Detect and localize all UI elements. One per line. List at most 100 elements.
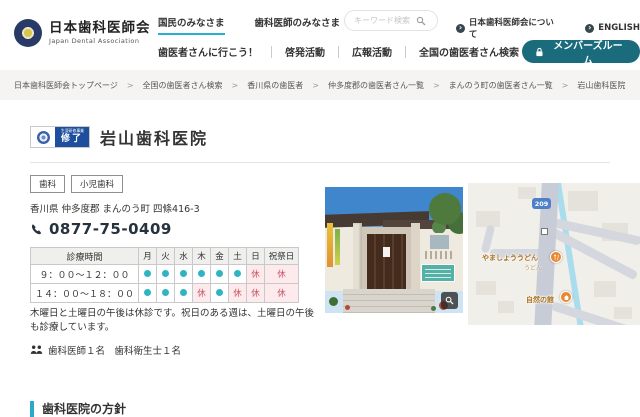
search-icon[interactable] xyxy=(416,16,426,26)
photo-banner-flag xyxy=(335,229,340,265)
photo-plants xyxy=(329,297,338,306)
schedule-header-row: 診療時間月火水木金土日祝祭日 xyxy=(30,247,299,265)
schedule-note: 木曜日と土曜日の午後は休診です。祝日のある週は、土曜日の午後も診療しています。 xyxy=(30,308,315,334)
open-dot-icon xyxy=(180,270,187,277)
members-room-label: メンバーズルーム xyxy=(553,40,623,67)
schedule-open-cell xyxy=(174,264,193,284)
nav-main-item-1[interactable]: 啓発活動 xyxy=(285,44,325,59)
schedule-open-cell xyxy=(138,264,157,284)
breadcrumb: 日本歯科医師会トップページ > 全国の歯医者さん検索 > 香川県の歯医者 > 仲多度郡の歯医… xyxy=(0,70,640,100)
schedule-row: １４：００～１８：００ 休休休休 xyxy=(30,283,299,303)
route-209-shield: 209 xyxy=(532,198,551,209)
open-dot-icon xyxy=(180,289,187,296)
logo-subtitle: Japan Dental Association xyxy=(49,37,140,46)
nav-top-tab-1[interactable]: 歯科医師のみなさま xyxy=(255,15,341,35)
schedule-header-cell: 水 xyxy=(174,247,193,265)
schedule-row: ９：００～１２：００ 休休 xyxy=(30,264,299,284)
photo-porch-column xyxy=(353,223,362,291)
schedule-time-cell: ９：００～１２：００ xyxy=(30,264,139,284)
fork-knife-icon xyxy=(553,253,559,260)
breadcrumb-item[interactable]: 香川県の歯医者 xyxy=(247,80,303,91)
schedule-header-cell: 日 xyxy=(246,247,265,265)
breadcrumb-separator: > xyxy=(312,80,319,90)
map-building xyxy=(594,281,616,297)
nav-top-tab-0[interactable]: 国民のみなさま xyxy=(158,15,225,35)
poi-label: 自然の館 xyxy=(526,296,554,304)
badge-completed-label: 修了 xyxy=(60,134,83,145)
map-building xyxy=(568,191,598,211)
members-room-button[interactable]: メンバーズルーム xyxy=(522,40,640,67)
schedule-header-cell: 土 xyxy=(228,247,247,265)
schedule-closed-cell: 休 xyxy=(264,283,299,303)
schedule-open-cell xyxy=(210,264,229,284)
search-input[interactable] xyxy=(352,15,416,26)
attraction-marker-icon[interactable] xyxy=(560,291,572,303)
schedule-table: 診療時間月火水木金土日祝祭日 ９：００～１２：００ 休休 １４：００～１８：００ 休休… xyxy=(30,247,299,303)
search-box[interactable] xyxy=(344,10,438,31)
house-icon xyxy=(563,294,569,300)
nav-main-item-0[interactable]: 歯医者さんに行こう！ xyxy=(158,44,258,59)
schedule-body: ９：００～１２：００ 休休 １４：００～１８：００ 休休休休 xyxy=(30,264,299,303)
open-dot-icon xyxy=(144,289,151,296)
breadcrumb-item[interactable]: まんのう町の歯医者さん一覧 xyxy=(449,80,553,91)
utility-link-label: 日本歯科医師会について xyxy=(468,18,554,40)
open-dot-icon xyxy=(162,289,169,296)
certification-badge: 生涯研修事業 修了 xyxy=(30,126,90,148)
staff-count: 歯科医師１名 歯科衛生士１名 xyxy=(48,345,182,357)
nav-main-item-2[interactable]: 広報活動 xyxy=(352,44,392,59)
map-stop-marker xyxy=(541,228,548,235)
schedule-open-cell xyxy=(210,283,229,303)
clinic-detail: 歯科 小児歯科 香川県 仲多度郡 まんのう町 四條416-3 0877-75-04… xyxy=(30,175,640,387)
schedule-header-cell: 診療時間 xyxy=(30,247,139,265)
clinic-title-row: 生涯研修事業 修了 岩山歯科医院 xyxy=(30,125,610,163)
schedule-closed-cell: 休 xyxy=(246,264,265,284)
phone-icon xyxy=(31,223,41,234)
utility-link-0[interactable]: › 日本歯科医師会について xyxy=(456,16,561,40)
chevron-circle-icon: › xyxy=(585,23,595,33)
page-title: 岩山歯科医院 xyxy=(100,129,209,148)
schedule-header-cell: 金 xyxy=(210,247,229,265)
breadcrumb-item[interactable]: 全国の歯医者さん検索 xyxy=(143,80,223,91)
schedule-open-cell xyxy=(156,264,175,284)
schedule-open-cell xyxy=(138,283,157,303)
nav-divider xyxy=(338,45,339,58)
schedule-time-cell: １４：００～１８：００ xyxy=(30,283,139,303)
poi-label: やましょううどん xyxy=(482,254,538,262)
site-logo[interactable]: 日本歯科医師会 Japan Dental Association xyxy=(14,19,151,47)
badge-emblem-icon xyxy=(36,130,50,144)
breadcrumb-item[interactable]: 岩山歯科医院 xyxy=(577,80,625,91)
schedule-open-cell xyxy=(192,264,211,284)
schedule-closed-cell: 休 xyxy=(228,283,247,303)
breadcrumb-separator: > xyxy=(561,80,569,90)
nav-main: 歯医者さんに行こう！ 啓発活動 広報活動 全国の歯医者さん検索 xyxy=(158,44,519,59)
photo-entrance-door xyxy=(367,234,406,291)
badge-program-label: 生涯研修事業 xyxy=(60,129,84,134)
schedule-closed-cell: 休 xyxy=(192,283,211,303)
phone-number[interactable]: 0877-75-0409 xyxy=(49,220,172,238)
schedule-header-cell: 火 xyxy=(156,247,175,265)
schedule-open-cell xyxy=(156,283,175,303)
breadcrumb-item[interactable]: 日本歯科医師会トップページ xyxy=(14,80,118,91)
magnifier-icon xyxy=(445,296,454,305)
breadcrumb-item[interactable]: 仲多度郡の歯医者さん一覧 xyxy=(328,80,424,91)
policy-section-header: 歯科医院の方針 xyxy=(30,400,640,417)
map-building xyxy=(498,301,514,313)
location-map[interactable]: 209 やましょううどん うどん 自然の館 xyxy=(468,183,640,325)
schedule-header-cell: 祝祭日 xyxy=(264,247,299,265)
open-dot-icon xyxy=(216,289,223,296)
photo-door-sign xyxy=(383,247,390,257)
open-dot-icon xyxy=(216,270,223,277)
clinic-tag: 小児歯科 xyxy=(71,175,124,193)
breadcrumb-separator: > xyxy=(231,80,239,90)
photo-zoom-button[interactable] xyxy=(441,292,458,309)
site-header: 日本歯科医師会 Japan Dental Association 国民のみなさま… xyxy=(0,0,640,70)
map-building xyxy=(614,307,632,319)
map-building xyxy=(476,281,496,295)
photo-railing xyxy=(425,251,455,259)
logo-title: 日本歯科医師会 xyxy=(49,19,151,36)
nav-main-item-3[interactable]: 全国の歯医者さん検索 xyxy=(419,44,519,59)
clinic-photo[interactable] xyxy=(325,187,463,313)
staff-row: 歯科医師１名 歯科衛生士１名 xyxy=(30,343,640,357)
schedule-header-cell: 月 xyxy=(138,247,157,265)
restaurant-marker-icon[interactable] xyxy=(550,251,562,263)
